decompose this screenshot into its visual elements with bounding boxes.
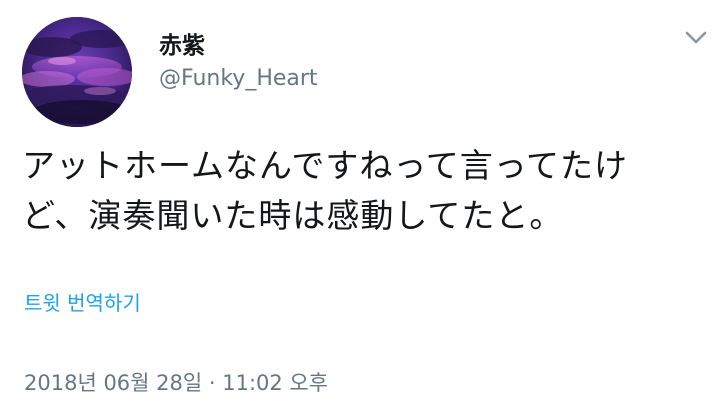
tweet-timestamp[interactable]: 2018년 06월 28일 · 11:02 오후 bbox=[24, 368, 328, 398]
translate-tweet-link[interactable]: 트윗 번역하기 bbox=[24, 288, 141, 318]
avatar-image bbox=[22, 17, 132, 127]
chevron-down-icon[interactable] bbox=[682, 27, 710, 49]
user-handle[interactable]: @Funky_Heart bbox=[159, 64, 318, 94]
tweet-text: アットホームなんですねって言ってたけ ど、演奏聞いた時は感動してたと。 bbox=[22, 141, 702, 241]
tweet-text-line: ど、演奏聞いた時は感動してたと。 bbox=[22, 196, 564, 235]
tweet-text-line: アットホームなんですねって言ってたけ bbox=[22, 146, 629, 185]
tweet-card: 赤紫 @Funky_Heart アットホームなんですねって言ってたけ ど、演奏聞… bbox=[0, 0, 720, 402]
display-name[interactable]: 赤紫 bbox=[159, 31, 205, 61]
avatar[interactable] bbox=[22, 17, 132, 127]
